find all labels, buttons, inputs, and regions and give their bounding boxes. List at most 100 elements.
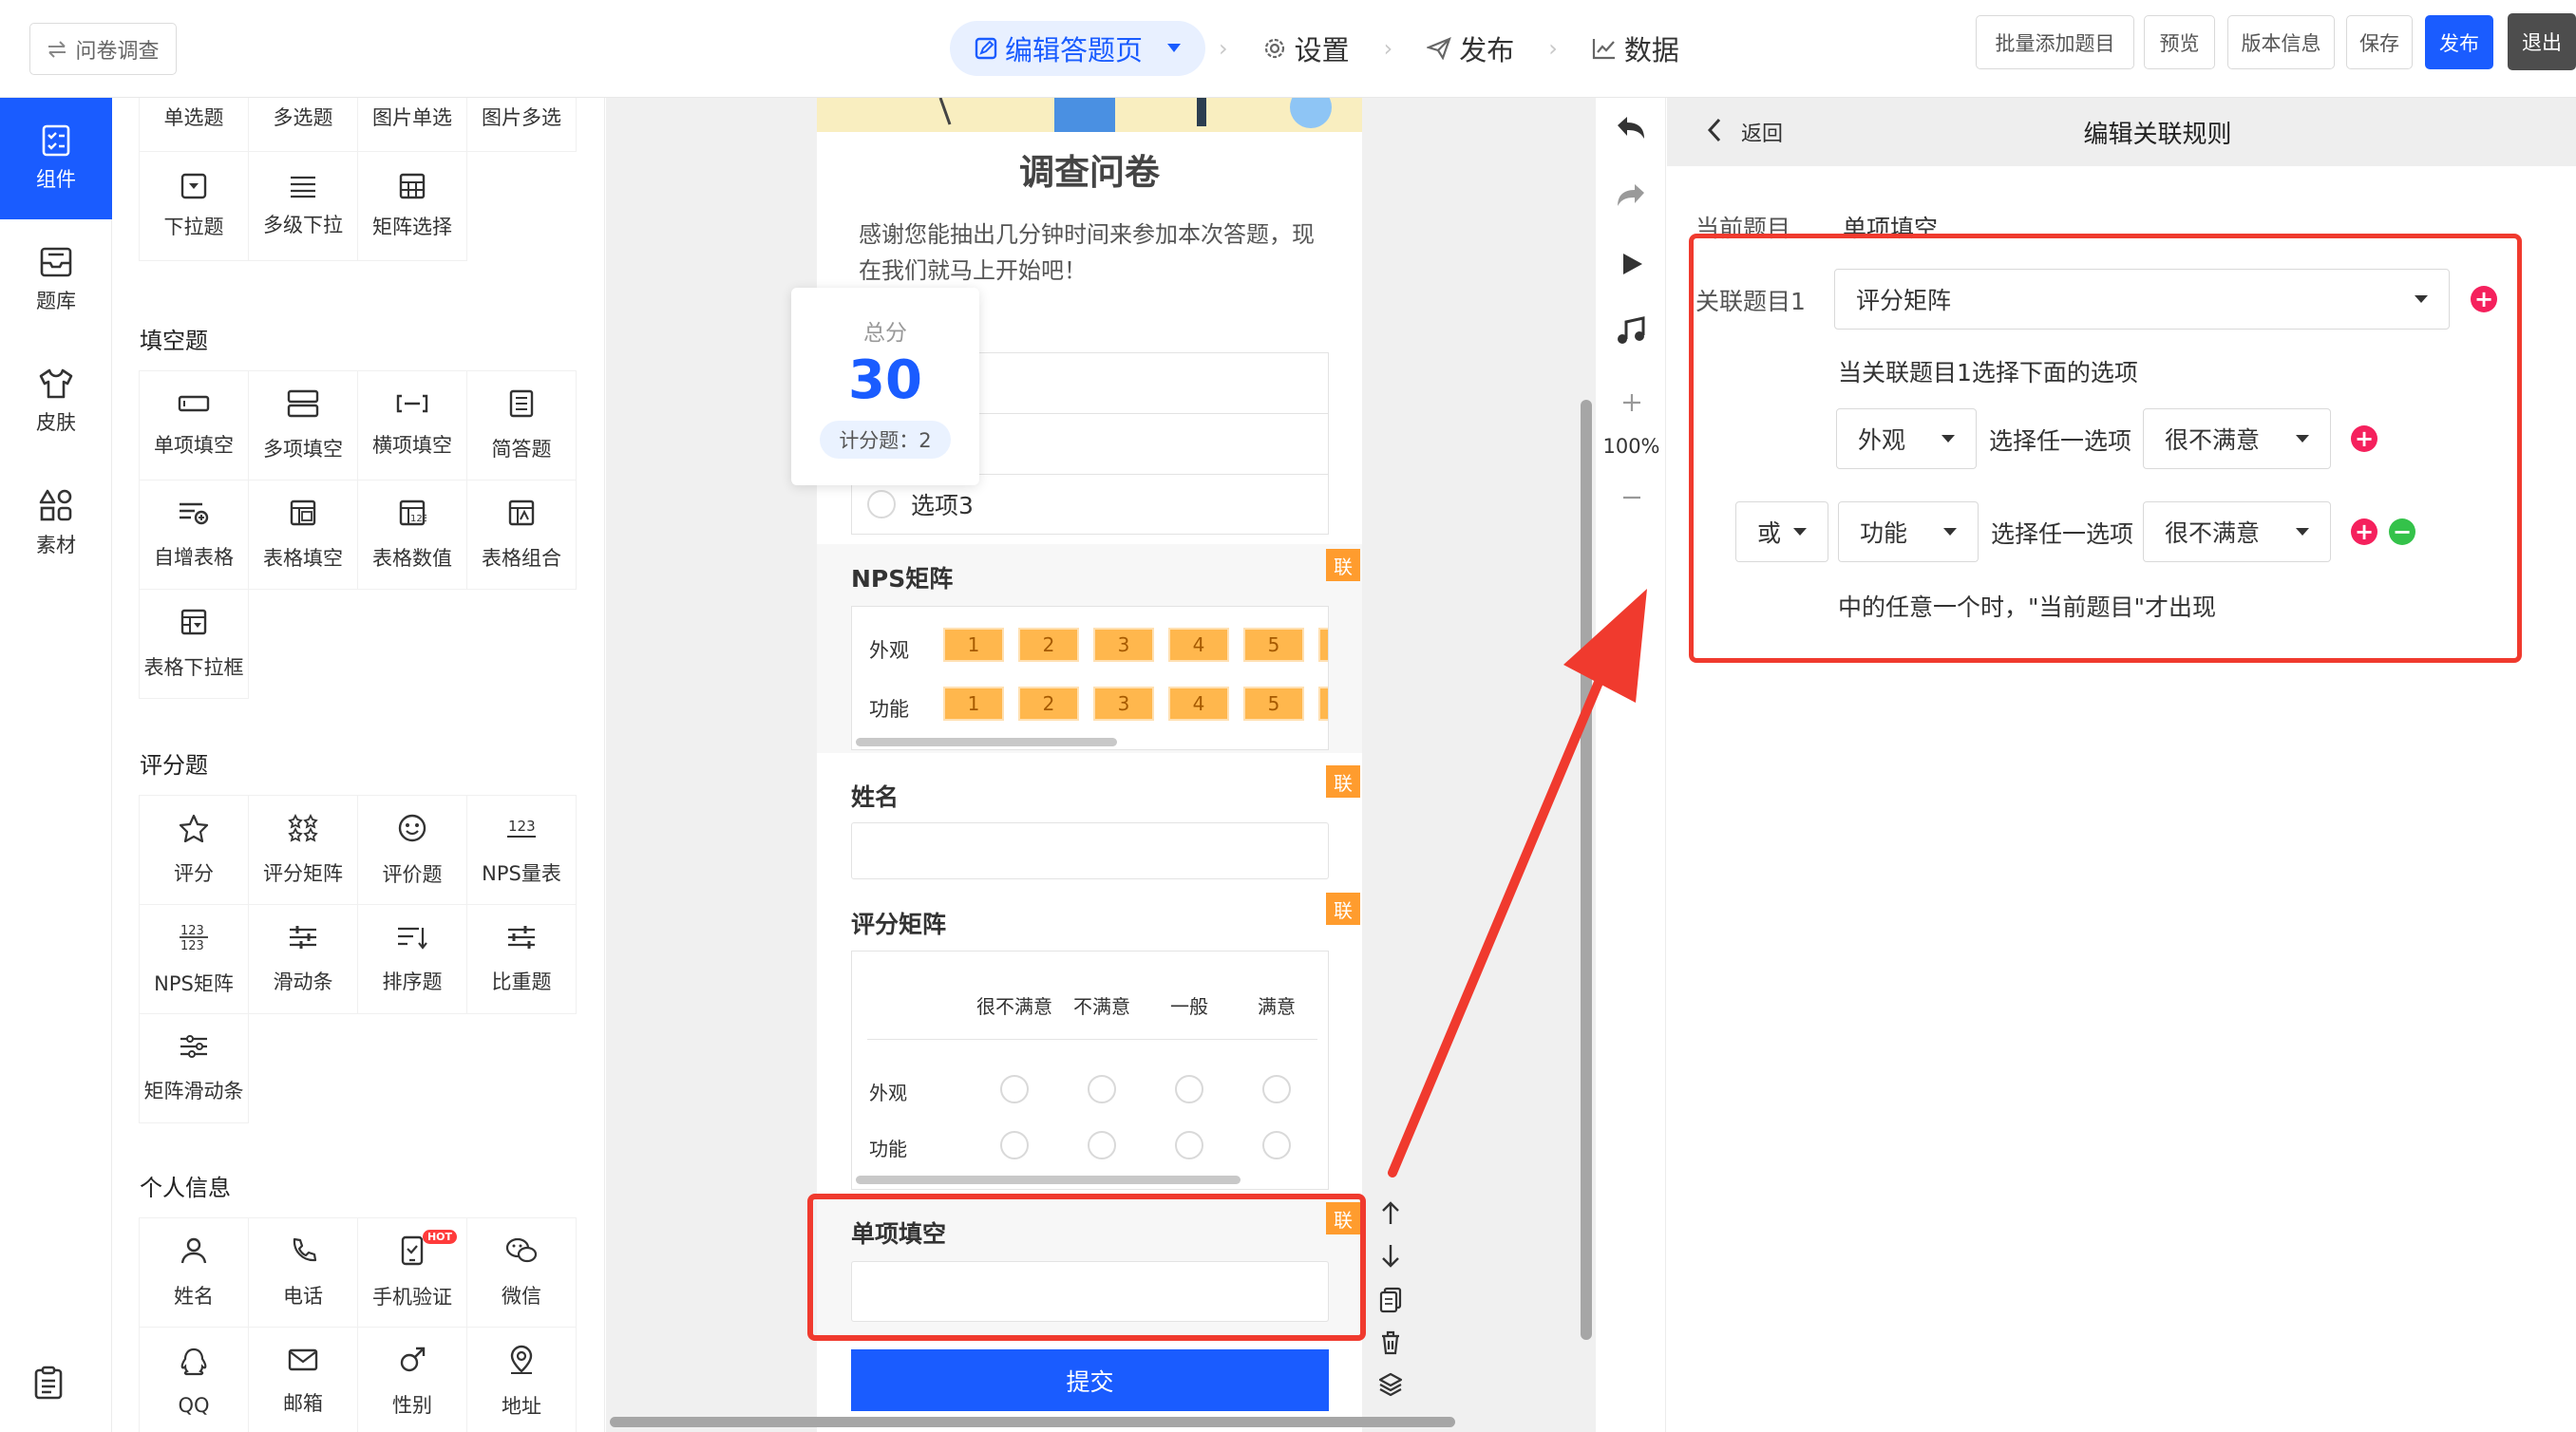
undo-icon[interactable] [1614,114,1648,146]
radio-button[interactable] [867,490,896,518]
music-note-icon[interactable] [1616,316,1646,350]
horizontal-scrollbar[interactable] [856,1176,1241,1184]
nps-cell[interactable]: 2 [1018,687,1079,721]
step-data[interactable]: 数据 [1571,21,1700,76]
nps-cell[interactable]: 3 [1093,687,1154,721]
component-inline-fill[interactable]: 横项填空 [357,370,467,480]
version-info-button[interactable]: 版本信息 [2227,15,2335,69]
radio-button[interactable] [1175,1131,1203,1159]
copy-icon[interactable] [1379,1287,1402,1317]
component-sort[interactable]: 排序题 [357,904,467,1014]
component-matrix-select[interactable]: 矩阵选择 [357,151,467,261]
component-slider[interactable]: 滑动条 [248,904,358,1014]
radio-button[interactable] [1088,1131,1116,1159]
component-table-combo[interactable]: 表格组合 [466,480,577,590]
component-table-number[interactable]: 123 表格数值 [357,480,467,590]
component-matrix-slider[interactable]: 矩阵滑动条 [139,1013,249,1123]
zoom-in-icon[interactable] [1621,392,1642,417]
component-name[interactable]: 姓名 [139,1217,249,1328]
component-single-fill[interactable]: 单项填空 [139,370,249,480]
component-dropdown[interactable]: 下拉题 [139,151,249,261]
play-icon[interactable] [1619,251,1644,281]
component-image-single[interactable]: 图片单选 [357,98,467,152]
name-input[interactable] [851,822,1329,879]
rail-item-materials[interactable]: 素材 [0,462,112,584]
component-nps-scale[interactable]: 123 NPS量表 [466,795,577,905]
clipboard-icon[interactable] [33,1366,64,1404]
trash-icon[interactable] [1380,1330,1401,1359]
component-multi-fill[interactable]: 多项填空 [248,370,358,480]
nps-cell[interactable] [1318,687,1328,721]
component-label: 评分 [174,861,214,885]
radio-button[interactable] [1000,1131,1029,1159]
submit-button[interactable]: 提交 [851,1349,1329,1411]
component-phone[interactable]: 电话 [248,1217,358,1328]
exit-button[interactable]: 退出 [2508,13,2576,70]
rating-col-label: 不满意 [1073,995,1130,1018]
nps-cell[interactable]: 4 [1168,687,1229,721]
batch-add-label: 批量添加题目 [1995,31,2115,55]
step-edit-label: 编辑答题页 [1005,34,1144,66]
horizontal-scrollbar[interactable] [610,1417,1455,1427]
component-gender[interactable]: 性别 [357,1327,467,1432]
publish-button[interactable]: 发布 [2425,15,2493,69]
component-auto-table[interactable]: 自增表格 [139,480,249,590]
publish-label: 发布 [2439,31,2479,55]
nps-cell[interactable]: 4 [1168,628,1229,662]
radio-button[interactable] [1262,1075,1291,1103]
component-nps-matrix[interactable]: 123 123 NPS矩阵 [139,904,249,1014]
nps-cell[interactable]: 3 [1093,628,1154,662]
shapes-icon [39,488,73,522]
caret-down-icon [1167,44,1182,53]
component-table-dropdown[interactable]: 表格下拉框 [139,589,249,699]
component-image-multi[interactable]: 图片多选 [466,98,577,152]
rail-item-question-bank[interactable]: 题库 [0,219,112,341]
step-publish[interactable]: 发布 [1406,21,1535,76]
component-phone-verify[interactable]: HOT 手机验证 [357,1217,467,1328]
mobile-check-icon [400,1235,425,1271]
component-short-answer[interactable]: 简答题 [466,370,577,480]
nps-cell[interactable]: 5 [1243,687,1304,721]
nps-cell[interactable]: 2 [1018,628,1079,662]
nps-cell[interactable]: 5 [1243,628,1304,662]
horizontal-scrollbar[interactable] [856,738,1117,746]
component-qq[interactable]: QQ [139,1327,249,1432]
move-down-icon[interactable] [1380,1243,1401,1273]
radio-button[interactable] [1175,1075,1203,1103]
preview-button[interactable]: 预览 [2144,15,2215,69]
component-single-choice[interactable]: 单选题 [139,98,249,152]
slider-icon [288,924,318,955]
step-edit[interactable]: 编辑答题页 [950,21,1206,76]
component-cascade-dropdown[interactable]: 多级下拉 [248,151,358,261]
component-wechat[interactable]: 微信 [466,1217,577,1328]
zoom-out-icon[interactable] [1621,487,1642,512]
save-button[interactable]: 保存 [2346,15,2413,69]
component-rating[interactable]: 评分 [139,795,249,905]
batch-add-button[interactable]: 批量添加题目 [1976,15,2134,69]
component-label: 多选题 [273,106,333,129]
component-email[interactable]: 邮箱 [248,1327,358,1432]
nps-cell[interactable]: 1 [943,628,1004,662]
component-label: 矩阵滑动条 [143,1079,244,1102]
back-to-surveys-button[interactable]: 问卷调查 [29,23,177,75]
annotation-arrow [1388,589,1647,1178]
redo-icon[interactable] [1614,181,1648,214]
component-address[interactable]: 地址 [466,1327,577,1432]
nps-cell[interactable] [1318,628,1328,662]
component-evaluation[interactable]: 评价题 [357,795,467,905]
move-up-icon[interactable] [1380,1199,1401,1230]
linked-badge: 联 [1326,893,1360,925]
component-weight[interactable]: 比重题 [466,904,577,1014]
component-rating-matrix[interactable]: 评分矩阵 [248,795,358,905]
nps-cell[interactable]: 1 [943,687,1004,721]
step-settings[interactable]: 设置 [1241,21,1371,76]
rail-item-components[interactable]: 组件 [0,98,112,219]
layers-icon[interactable] [1378,1372,1403,1401]
component-table-fill[interactable]: 表格填空 [248,480,358,590]
radio-button[interactable] [1000,1075,1029,1103]
radio-button[interactable] [1262,1131,1291,1159]
radio-button[interactable] [1088,1075,1116,1103]
rail-item-skin[interactable]: 皮肤 [0,341,112,462]
step-data-label: 数据 [1623,34,1679,66]
component-multi-choice[interactable]: 多选题 [248,98,358,152]
